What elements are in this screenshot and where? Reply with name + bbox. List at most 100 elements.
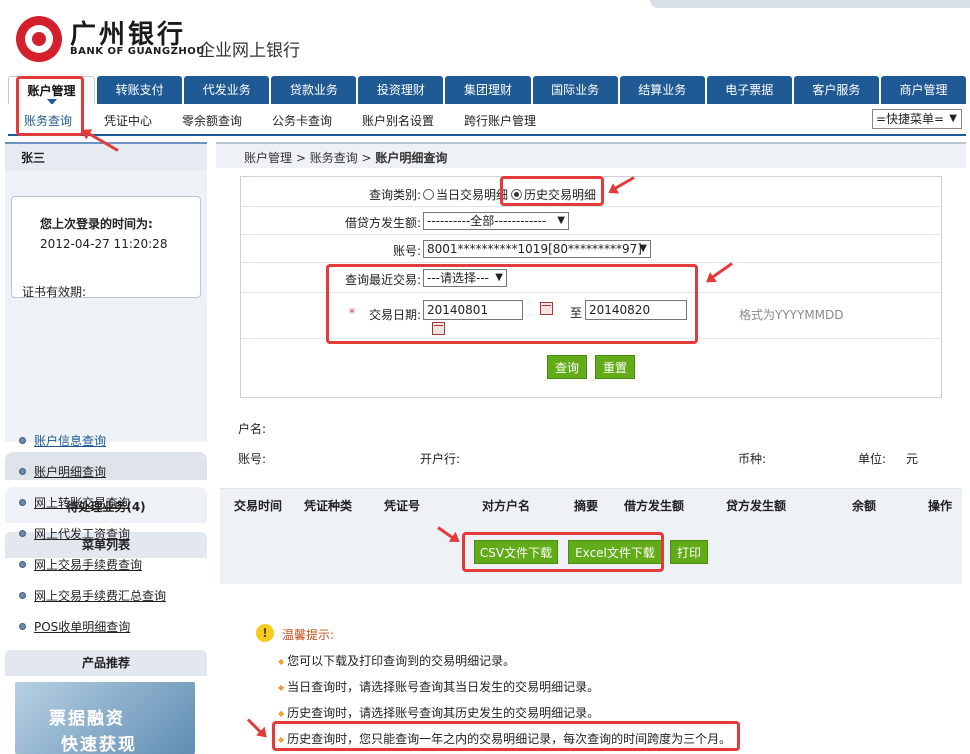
main-nav-tab[interactable]: 商户管理 [880, 76, 967, 104]
user-bar: 张三 [5, 142, 207, 170]
account-name-label: 户名: [238, 422, 267, 436]
reset-button[interactable]: 重置 [595, 355, 635, 379]
menu-item-label: 网上交易手续费汇总查询 [34, 589, 167, 603]
radio-today-option[interactable]: 当日交易明细 [423, 186, 508, 203]
column-header: 摘要 [574, 499, 599, 513]
query-type-label: 查询类别: [368, 188, 421, 202]
bullet-icon [19, 623, 26, 630]
menu-item-label: 网上转账交易查询 [34, 496, 131, 510]
menu-item-label: 网上交易手续费查询 [34, 558, 143, 572]
sub-nav-item[interactable]: 凭证中心 [104, 112, 152, 129]
breadcrumb-item[interactable]: 账户管理 [244, 151, 292, 165]
bank-logo-icon [16, 16, 62, 62]
column-header: 对方户名 [482, 499, 531, 513]
breadcrumb: 账户管理 > 账务查询 > 账户明细查询 [216, 142, 966, 168]
column-header: 交易时间 [234, 499, 283, 513]
menu-item[interactable]: 网上转账交易查询 [19, 494, 130, 511]
bullet-icon [19, 437, 26, 444]
highlight-box [462, 532, 664, 572]
quick-menu-select[interactable]: =快捷菜单= ▼ [872, 109, 962, 129]
header-decoration [650, 0, 970, 8]
tip-item: 您可以下载及打印查询到的交易明细记录。 [278, 652, 515, 669]
bullet-icon [19, 592, 26, 599]
bullet-icon [19, 561, 26, 568]
promo-banner[interactable]: 票据融资 快速获现 [15, 682, 195, 754]
column-header: 贷方发生额 [726, 499, 787, 513]
bank-name-en: BANK OF GUANGZHOU [70, 46, 205, 57]
main-nav-tab[interactable]: 转账支付 [97, 76, 183, 104]
main-nav-tab[interactable]: 贷款业务 [271, 76, 357, 104]
column-header: 凭证种类 [304, 499, 353, 513]
breadcrumb-current: 账户明细查询 [375, 151, 448, 165]
bullet-icon [19, 499, 26, 506]
login-info-panel: 您上次登录的时间为: 2012-04-27 11:20:28 证书有效期: [5, 170, 207, 442]
currency-label: 币种: [738, 452, 767, 466]
tip-item: 历史查询时，请选择账号查询其历史发生的交易明细记录。 [278, 704, 599, 721]
amount-label: 借贷方发生额: [344, 216, 421, 230]
portal-subtitle: 企业网上银行 [198, 41, 300, 61]
menu-item[interactable]: 账户明细查询 [19, 463, 106, 480]
main-nav-tab[interactable]: 代发业务 [184, 76, 270, 104]
menu-item[interactable]: 网上交易手续费汇总查询 [19, 587, 166, 604]
menu-item[interactable]: POS收单明细查询 [19, 618, 130, 635]
last-login-time: 2012-04-27 11:20:28 [40, 237, 168, 251]
column-header: 借方发生额 [624, 499, 685, 513]
column-header: 余额 [852, 499, 877, 513]
menu-item-label: 账户明细查询 [34, 465, 107, 479]
query-button[interactable]: 查询 [547, 355, 587, 379]
main-nav: 账户管理 转账支付 代发业务 贷款业务 投资理财 集团理财 国际业务 结算业务 … [8, 76, 967, 105]
chevron-down-icon: ▼ [949, 113, 957, 124]
sub-nav-item[interactable]: 跨行账户管理 [464, 112, 536, 129]
quick-menu-value: =快捷菜单= [876, 112, 945, 126]
highlight-box [16, 76, 84, 136]
user-name: 张三 [21, 151, 46, 165]
radio-icon [423, 189, 434, 200]
account-select[interactable]: 8001**********1019[80*********97] ▼ [423, 240, 651, 258]
bullet-icon [19, 530, 26, 537]
account-label: 账号: [392, 244, 421, 258]
cert-validity-label: 证书有效期: [22, 285, 87, 299]
opening-bank-label: 开户行: [420, 452, 461, 466]
account-row: 账号: 8001**********1019[80*********97] ▼ [241, 235, 941, 263]
product-recommend-title: 产品推荐 [5, 650, 207, 676]
main-nav-tab[interactable]: 结算业务 [619, 76, 705, 104]
amount-select-value: ----------全部------------ [427, 214, 547, 228]
menu-item[interactable]: 网上代发工资查询 [19, 525, 130, 542]
chevron-down-icon: ▼ [639, 243, 647, 254]
tips-title: 温馨提示: [282, 628, 335, 642]
login-info-card: 您上次登录的时间为: 2012-04-27 11:20:28 证书有效期: [11, 196, 201, 299]
unit-label: 单位: [858, 452, 887, 466]
column-header: 凭证号 [384, 499, 421, 513]
main-nav-tab[interactable]: 客户服务 [793, 76, 879, 104]
print-button[interactable]: 打印 [670, 540, 708, 564]
header: 广州银行 BANK OF GUANGZHOU 企业网上银行 [0, 0, 970, 72]
menu-item-label: 账户信息查询 [34, 434, 107, 448]
promo-line: 快速获现 [61, 735, 137, 754]
main-content: 账户管理 > 账务查询 > 账户明细查询 查询类别: 当日交易明细 历史交易明细… [216, 142, 966, 754]
menu-item[interactable]: 账户信息查询 [19, 432, 106, 449]
sub-nav-item[interactable]: 公务卡查询 [272, 112, 332, 129]
bullet-icon [19, 468, 26, 475]
last-login-label: 您上次登录的时间为: [40, 217, 153, 231]
main-nav-tab[interactable]: 电子票据 [706, 76, 792, 104]
tip-item: 当日查询时，请选择账号查询其当日发生的交易明细记录。 [278, 678, 599, 695]
main-nav-tab[interactable]: 国际业务 [532, 76, 618, 104]
menu-item-label: POS收单明细查询 [34, 620, 131, 634]
sidebar: 张三 您上次登录的时间为: 2012-04-27 11:20:28 证书有效期:… [5, 142, 207, 754]
breadcrumb-item[interactable]: 账务查询 [310, 151, 358, 165]
highlight-box [326, 264, 698, 344]
sub-nav-item[interactable]: 零余额查询 [182, 112, 242, 129]
app-window: 广州银行 BANK OF GUANGZHOU 企业网上银行 账户管理 转账支付 … [0, 0, 970, 754]
main-nav-tab[interactable]: 集团理财 [445, 76, 531, 104]
sub-nav-item[interactable]: 账户别名设置 [362, 112, 434, 129]
transactions-table-header: 交易时间 凭证种类 凭证号 对方户名 摘要 借方发生额 贷方发生额 余额 操作 [220, 488, 962, 518]
sub-nav: 账务查询 凭证中心 零余额查询 公务卡查询 账户别名设置 跨行账户管理 =快捷菜… [8, 104, 966, 136]
column-header: 操作 [928, 499, 953, 513]
main-nav-tab[interactable]: 投资理财 [358, 76, 444, 104]
amount-select[interactable]: ----------全部------------ ▼ [423, 212, 569, 230]
radio-today-label: 当日交易明细 [436, 188, 509, 202]
menu-item[interactable]: 网上交易手续费查询 [19, 556, 142, 573]
warning-icon: ! [256, 624, 274, 642]
breadcrumb-path: 账户管理 > 账务查询 > 账户明细查询 [244, 151, 448, 165]
promo-line: 票据融资 [49, 709, 125, 729]
